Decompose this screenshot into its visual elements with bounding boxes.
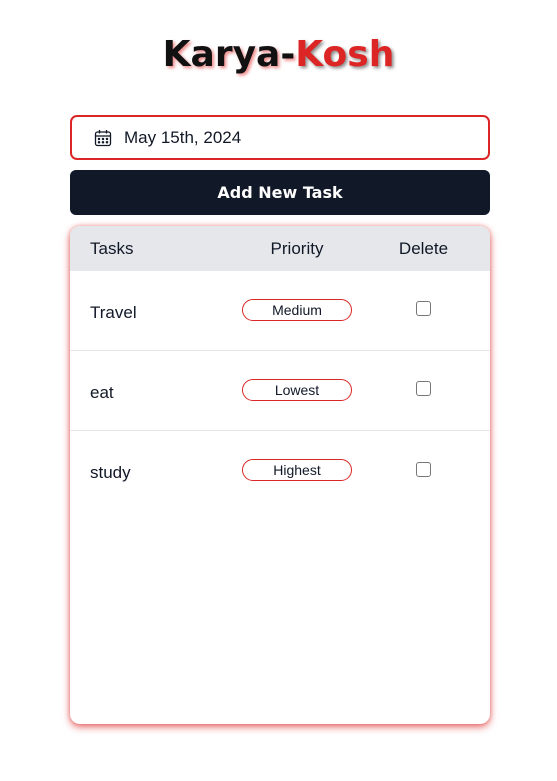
task-name: eat xyxy=(90,382,114,402)
priority-cell: Highest xyxy=(215,459,352,481)
header-delete: Delete xyxy=(398,238,449,258)
date-picker-button[interactable]: May 15th, 2024 xyxy=(70,115,490,160)
app-title-part1: Karya- xyxy=(162,34,296,75)
delete-cell xyxy=(337,461,490,477)
priority-badge: Lowest xyxy=(242,378,352,401)
calendar-icon xyxy=(94,129,112,147)
table-row: eat Lowest xyxy=(70,351,490,431)
header-priority: Priority xyxy=(270,238,324,258)
add-new-task-button[interactable]: Add New Task xyxy=(70,170,490,215)
delete-checkbox[interactable] xyxy=(416,381,431,396)
delete-cell xyxy=(337,301,490,316)
selected-date: May 15th, 2024 xyxy=(124,127,242,147)
delete-checkbox[interactable] xyxy=(416,461,431,477)
table-header: Tasks Priority Delete xyxy=(70,226,490,271)
tasks-table: Tasks Priority Delete Travel Medium eat … xyxy=(70,226,490,724)
app-root: Karya-Kosh May 15th, 2024 Add New Task T… xyxy=(0,0,557,781)
table-row: Travel Medium xyxy=(70,271,490,351)
priority-cell: Medium xyxy=(215,298,352,321)
app-title-part2: Kosh xyxy=(295,34,395,75)
priority-badge: Highest xyxy=(242,459,352,481)
task-name: study xyxy=(90,463,131,482)
delete-cell xyxy=(337,381,490,396)
header-tasks: Tasks xyxy=(90,238,134,258)
priority-badge: Medium xyxy=(242,298,352,321)
app-title: Karya-Kosh xyxy=(0,30,557,80)
table-row: study Highest xyxy=(70,431,490,511)
priority-cell: Lowest xyxy=(215,378,352,401)
delete-checkbox[interactable] xyxy=(416,301,431,316)
task-name: Travel xyxy=(90,302,137,322)
